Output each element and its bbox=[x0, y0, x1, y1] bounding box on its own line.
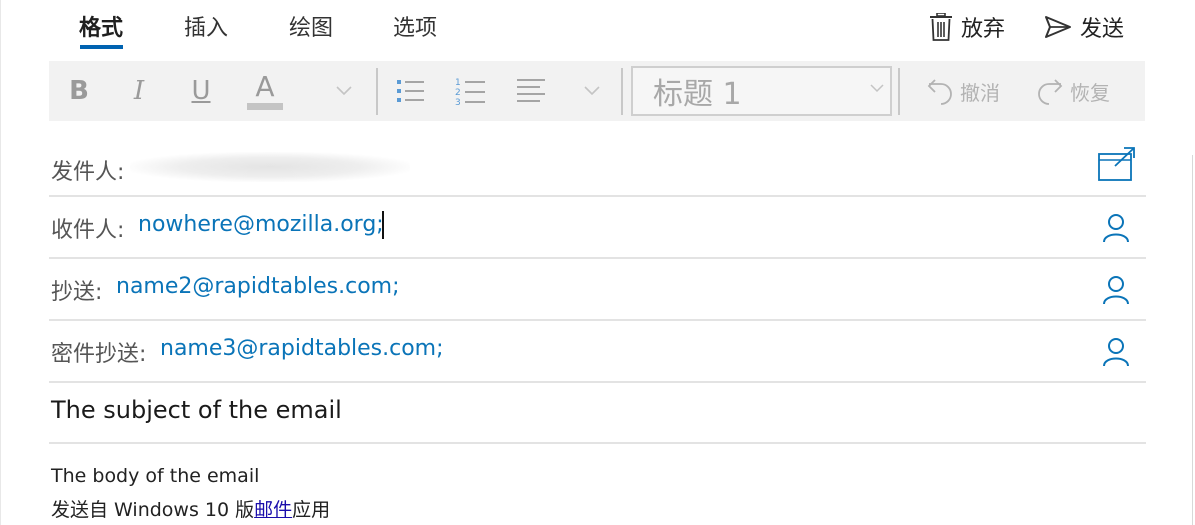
toolbar-separator bbox=[376, 68, 378, 115]
redo-button[interactable]: 恢复 bbox=[1025, 61, 1121, 121]
popout-icon bbox=[1098, 147, 1135, 181]
svg-text:3: 3 bbox=[455, 98, 461, 106]
svg-text:2: 2 bbox=[455, 88, 461, 98]
ribbon-tab-bar: 格式 插入 绘图 选项 放弃 发送 bbox=[0, 0, 1195, 58]
numbered-list-button[interactable]: 1 2 3 bbox=[451, 61, 489, 121]
window-right-border bbox=[1192, 155, 1193, 525]
paragraph-style-value: 标题 1 bbox=[653, 77, 742, 112]
bcc-label: 密件抄送: bbox=[51, 342, 147, 367]
discard-button[interactable]: 放弃 bbox=[929, 10, 1005, 44]
paragraph-style-select[interactable]: 标题 1 bbox=[631, 66, 892, 116]
popout-window-button[interactable] bbox=[1097, 146, 1137, 182]
chevron-down-icon bbox=[870, 84, 884, 93]
to-recipient[interactable]: nowhere@mozilla.org; bbox=[138, 212, 384, 237]
font-color-button[interactable]: A bbox=[245, 61, 285, 121]
trash-icon bbox=[929, 13, 953, 41]
send-icon bbox=[1044, 15, 1072, 39]
italic-button[interactable]: I bbox=[121, 61, 157, 121]
numbered-list-icon: 1 2 3 bbox=[455, 78, 485, 106]
font-color-swatch bbox=[247, 103, 283, 110]
tab-draw[interactable]: 绘图 bbox=[289, 10, 333, 44]
align-button[interactable] bbox=[513, 61, 549, 121]
person-icon bbox=[1103, 338, 1129, 367]
font-color-letter: A bbox=[255, 70, 275, 103]
font-color-dropdown[interactable] bbox=[331, 61, 357, 121]
undo-label: 撤消 bbox=[960, 80, 1000, 105]
to-label: 收件人: bbox=[51, 218, 125, 243]
mail-app-link[interactable]: 邮件 bbox=[254, 499, 292, 521]
to-contact-picker-button[interactable] bbox=[1100, 212, 1132, 244]
align-dropdown[interactable] bbox=[579, 61, 605, 121]
underline-button[interactable]: U bbox=[183, 61, 219, 121]
sender-account-redacted[interactable] bbox=[130, 152, 410, 182]
signature-suffix: 应用 bbox=[292, 499, 331, 521]
signature-prefix: 发送自 Windows 10 版 bbox=[51, 499, 255, 521]
active-tab-indicator bbox=[80, 45, 123, 49]
toolbar-separator bbox=[898, 68, 900, 115]
align-icon bbox=[517, 79, 545, 102]
window-left-border bbox=[0, 0, 1, 525]
undo-icon bbox=[927, 79, 952, 105]
body-text[interactable]: The body of the email bbox=[51, 465, 259, 487]
send-button[interactable]: 发送 bbox=[1044, 10, 1124, 44]
redo-icon bbox=[1038, 79, 1063, 105]
from-label: 发件人: bbox=[51, 160, 125, 185]
bullet-list-button[interactable] bbox=[391, 61, 429, 121]
cc-label: 抄送: bbox=[51, 280, 103, 305]
discard-label: 放弃 bbox=[961, 17, 1006, 42]
toolbar-separator bbox=[621, 68, 623, 115]
undo-button[interactable]: 撤消 bbox=[915, 61, 1011, 121]
redo-label: 恢复 bbox=[1070, 80, 1110, 105]
row-divider bbox=[49, 319, 1146, 321]
tab-format[interactable]: 格式 bbox=[79, 10, 123, 44]
send-label: 发送 bbox=[1080, 17, 1125, 42]
person-icon bbox=[1103, 214, 1129, 243]
cc-contact-picker-button[interactable] bbox=[1100, 274, 1132, 306]
bullet-list-icon bbox=[397, 80, 424, 102]
row-divider bbox=[49, 442, 1146, 444]
cc-recipient[interactable]: name2@rapidtables.com; bbox=[116, 274, 400, 299]
bcc-recipient[interactable]: name3@rapidtables.com; bbox=[160, 336, 444, 361]
bcc-contact-picker-button[interactable] bbox=[1100, 336, 1132, 368]
row-divider bbox=[49, 257, 1146, 259]
subject-field[interactable]: The subject of the email bbox=[51, 396, 342, 424]
bold-button[interactable]: B bbox=[61, 61, 97, 121]
row-divider bbox=[49, 195, 1146, 197]
text-cursor bbox=[382, 211, 384, 239]
signature-line[interactable]: 发送自 Windows 10 版邮件应用 bbox=[51, 495, 330, 522]
tab-insert[interactable]: 插入 bbox=[184, 10, 228, 44]
chevron-down-icon bbox=[584, 86, 600, 96]
tab-options[interactable]: 选项 bbox=[393, 10, 437, 44]
format-toolbar: B I U A 1 2 3 标题 1 撤消 恢复 bbox=[49, 61, 1145, 121]
person-icon bbox=[1103, 276, 1129, 305]
row-divider bbox=[49, 381, 1146, 383]
svg-text:1: 1 bbox=[455, 78, 461, 88]
chevron-down-icon bbox=[336, 86, 352, 96]
